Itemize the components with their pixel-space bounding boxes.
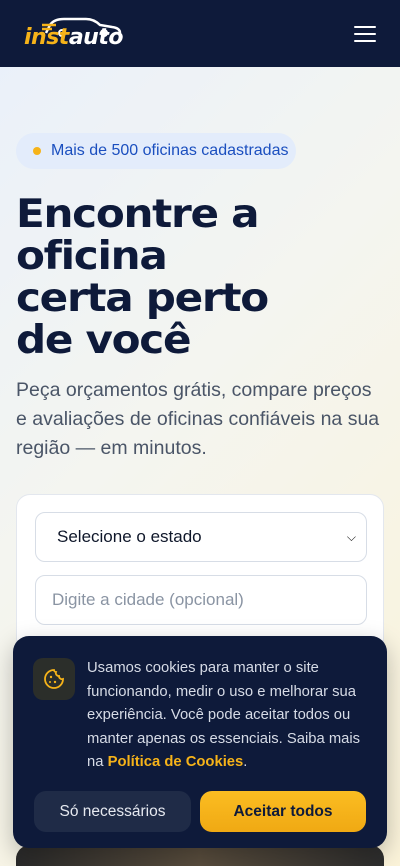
logo-part-auto: auto bbox=[68, 24, 124, 50]
hero-title-line: de você bbox=[16, 318, 192, 363]
chevron-down-icon: ⌵ bbox=[346, 529, 356, 544]
workshops-count-badge: Mais de 500 oficinas cadastradas bbox=[16, 133, 296, 169]
state-select-value: Selecione o estado bbox=[57, 527, 202, 546]
menu-line bbox=[354, 25, 376, 28]
city-input[interactable] bbox=[35, 575, 367, 625]
menu-line bbox=[354, 39, 376, 42]
hero-title: Encontre a oficina certa perto de você bbox=[16, 194, 400, 362]
hero-image bbox=[16, 845, 384, 866]
hero-subtitle: Peça orçamentos grátis, compare preços e… bbox=[16, 379, 380, 459]
accept-all-button[interactable]: Aceitar todos bbox=[200, 791, 366, 832]
instauto-logo[interactable]: instauto bbox=[24, 15, 124, 53]
cookie-banner: Usamos cookies para manter o site funcio… bbox=[13, 636, 387, 848]
cookie-message: Usamos cookies para manter o site funcio… bbox=[87, 657, 372, 775]
badge-dot-icon bbox=[33, 147, 41, 155]
hero-title-line: certa perto bbox=[16, 276, 269, 321]
state-select[interactable]: Selecione o estado ⌵ bbox=[35, 512, 367, 562]
hero-title-line: Encontre a bbox=[16, 192, 260, 237]
menu-line bbox=[354, 32, 376, 35]
cookie-icon bbox=[33, 658, 75, 700]
badge-text: Mais de 500 oficinas cadastradas bbox=[51, 142, 289, 159]
necessary-only-button[interactable]: Só necessários bbox=[34, 791, 191, 832]
logo-part-inst: inst bbox=[24, 24, 69, 50]
cookie-message-end: . bbox=[243, 754, 248, 770]
hamburger-menu-icon[interactable] bbox=[354, 25, 376, 43]
hero-title-line: oficina bbox=[16, 234, 168, 279]
logo-wordmark: instauto bbox=[24, 24, 124, 50]
cookie-policy-link[interactable]: Política de Cookies bbox=[108, 754, 244, 770]
site-header: instauto bbox=[0, 0, 400, 67]
